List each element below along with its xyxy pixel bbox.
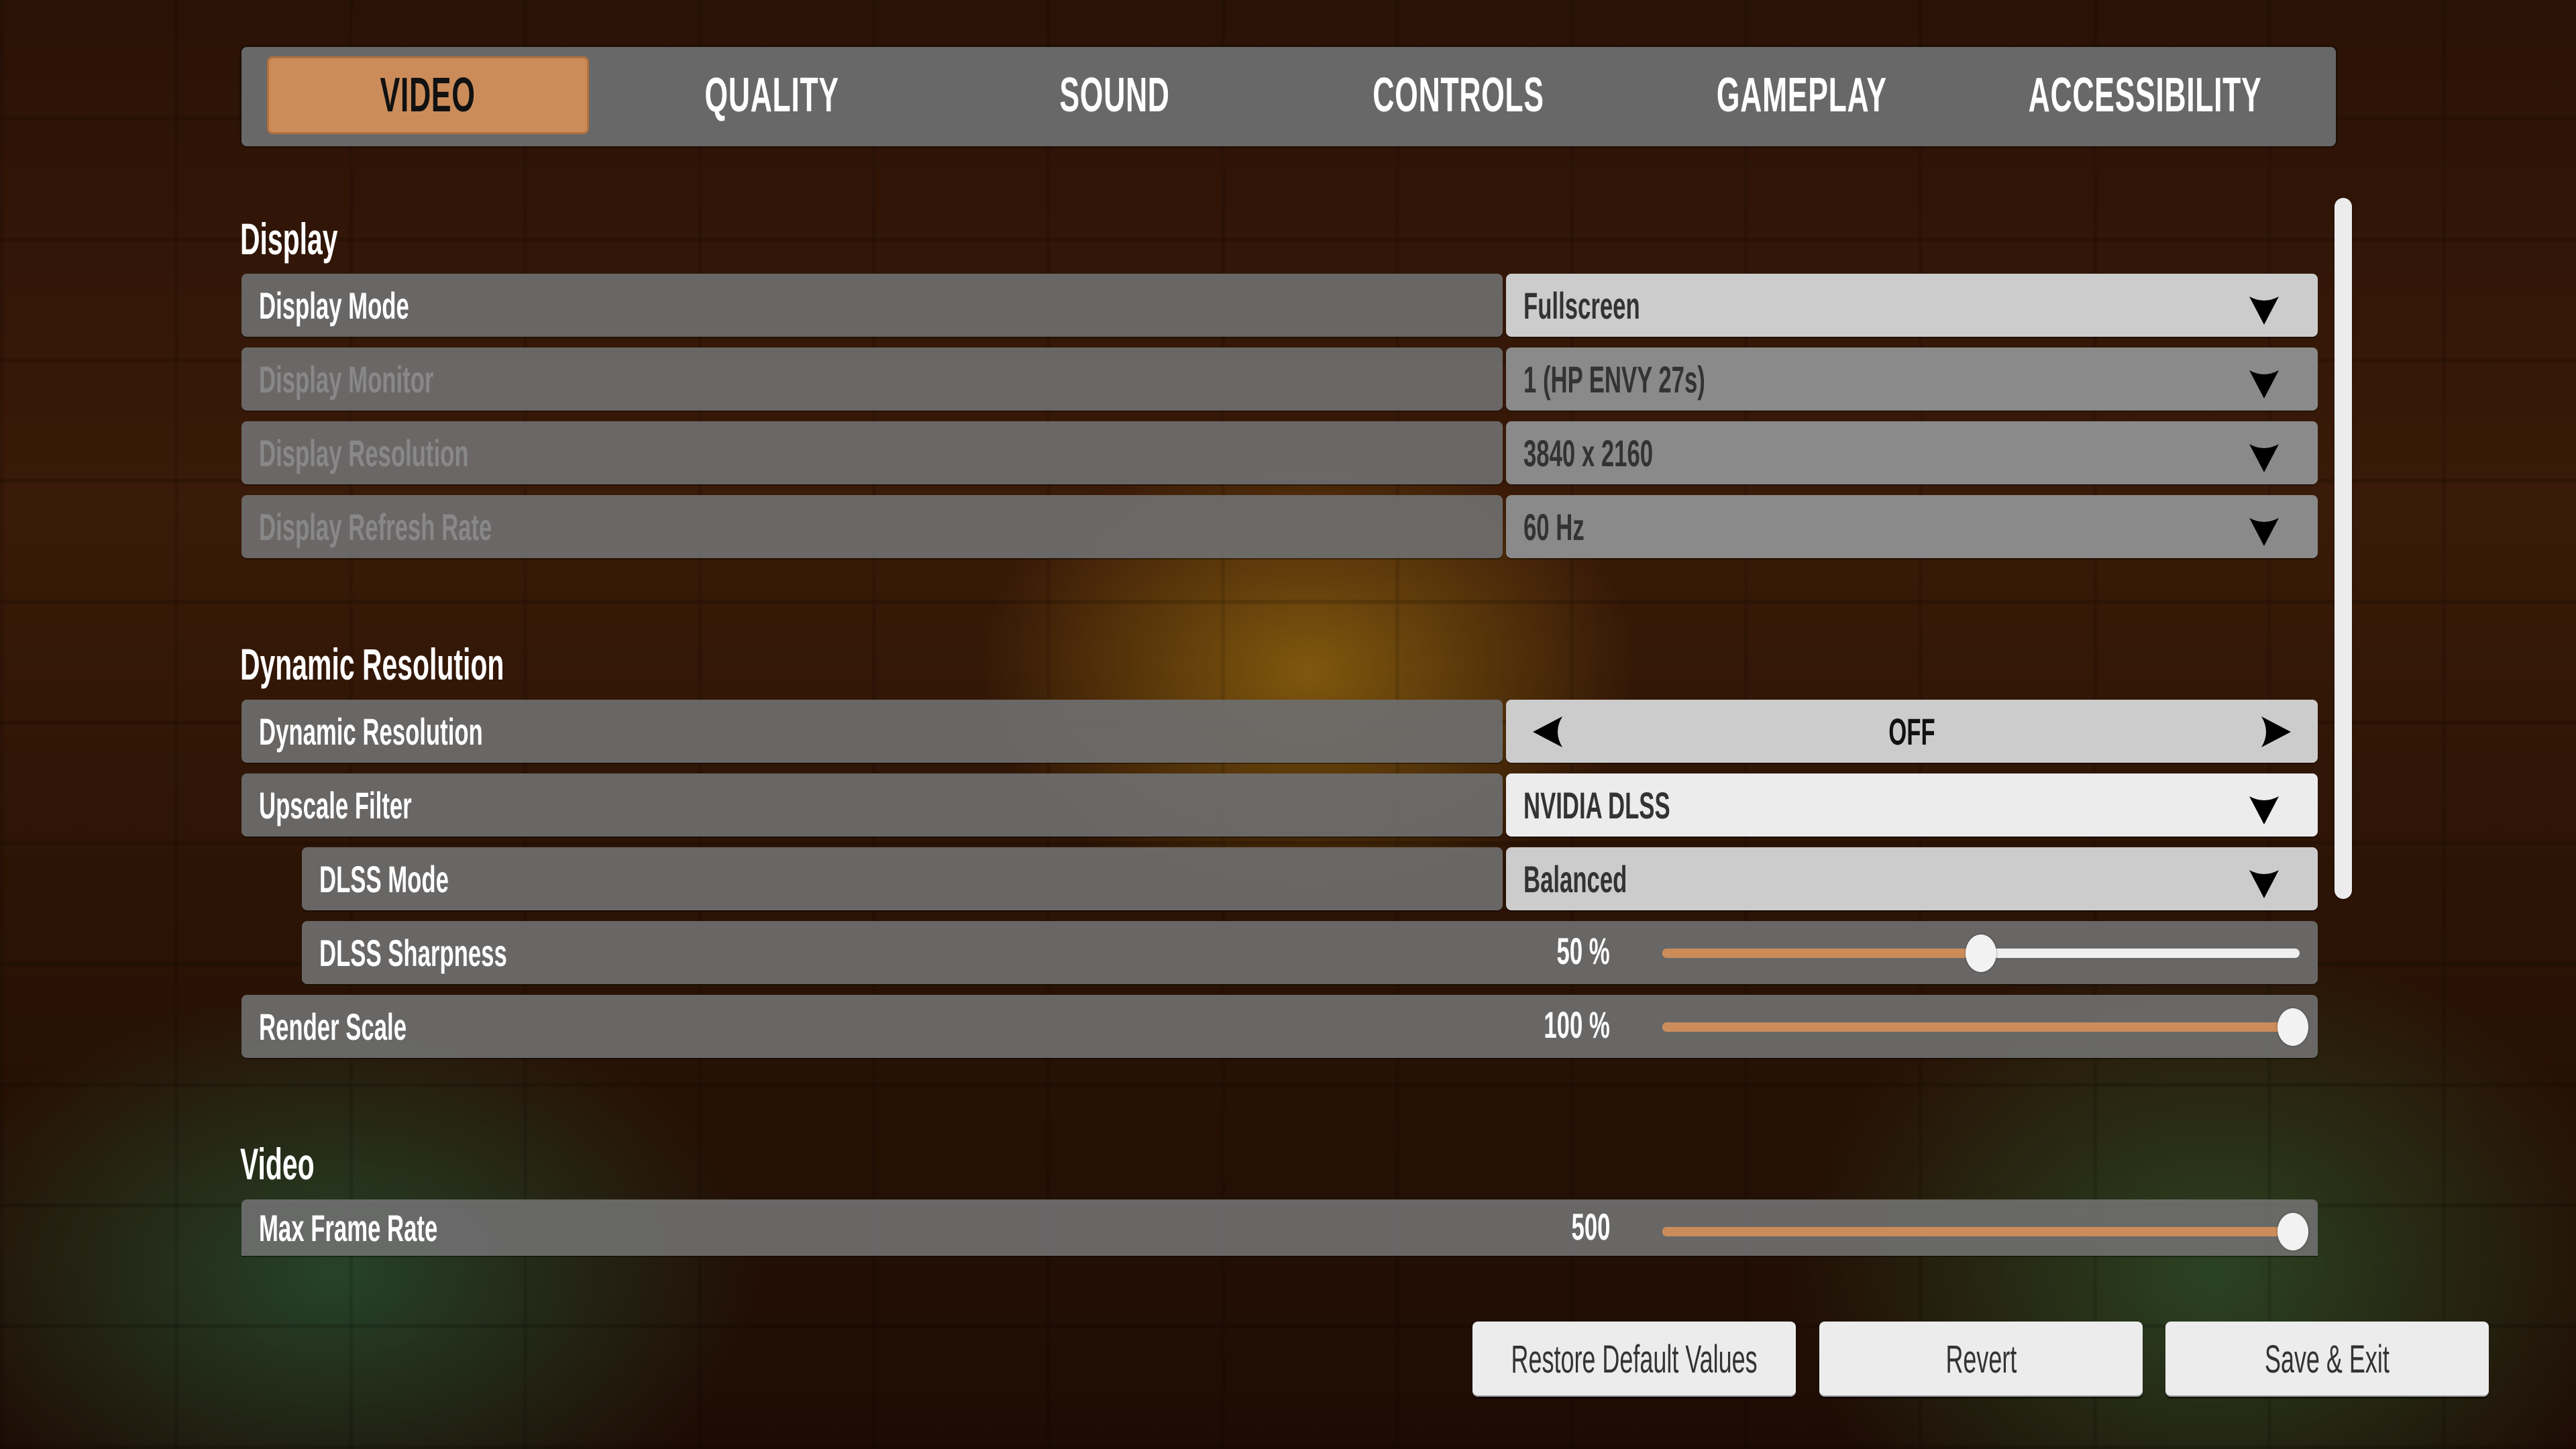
render-scale-value: 100 %	[1544, 1004, 1610, 1046]
dlss-mode-label: DLSS Mode	[302, 847, 1503, 910]
dynamic-resolution-value: OFF	[1888, 710, 1935, 753]
arrow-right-icon[interactable]	[2260, 716, 2291, 747]
chevron-down-icon	[2249, 370, 2279, 398]
tab-controls[interactable]: CONTROLS	[1297, 56, 1619, 134]
restore-defaults-button[interactable]: Restore Default Values	[1472, 1322, 1796, 1397]
slider-fill	[1662, 949, 1981, 958]
display-mode-dropdown[interactable]: Fullscreen	[1506, 274, 2318, 337]
upscale-filter-label: Upscale Filter	[241, 773, 1503, 837]
tab-gameplay[interactable]: GAMEPLAY	[1641, 56, 1963, 134]
upscale-filter-dropdown[interactable]: NVIDIA DLSS	[1506, 773, 2318, 837]
revert-button[interactable]: Revert	[1819, 1322, 2143, 1397]
tab-accessibility[interactable]: ACCESSIBILITY	[1984, 56, 2306, 134]
dlss-mode-dropdown[interactable]: Balanced	[1506, 847, 2318, 910]
section-title-video: Video	[240, 1139, 315, 1189]
chevron-down-icon	[2249, 870, 2279, 898]
save-exit-button[interactable]: Save & Exit	[2165, 1322, 2489, 1397]
display-refresh-rate-label: Display Refresh Rate	[241, 495, 1503, 558]
max-frame-rate-slider[interactable]	[1662, 1213, 2308, 1250]
slider-fill	[1662, 1227, 2300, 1236]
dlss-sharpness-slider[interactable]	[1662, 934, 2300, 972]
slider-thumb[interactable]	[1966, 934, 1996, 972]
tab-video[interactable]: VIDEO	[267, 56, 589, 134]
max-frame-rate-value: 500	[1571, 1205, 1610, 1248]
display-monitor-label: Display Monitor	[241, 347, 1503, 411]
settings-tab-bar: VIDEO QUALITY SOUND CONTROLS GAMEPLAY AC…	[241, 47, 2336, 146]
chevron-down-icon	[2249, 297, 2279, 325]
tab-sound[interactable]: SOUND	[954, 56, 1276, 134]
display-refresh-rate-dropdown[interactable]: 60 Hz	[1506, 495, 2318, 558]
chevron-down-icon	[2249, 518, 2279, 546]
slider-fill	[1662, 1022, 2300, 1032]
chevron-down-icon	[2249, 444, 2279, 472]
slider-thumb[interactable]	[2277, 1008, 2308, 1046]
dynamic-resolution-stepper[interactable]: OFF	[1506, 700, 2318, 763]
slider-thumb[interactable]	[2277, 1213, 2308, 1250]
chevron-down-icon	[2249, 796, 2279, 824]
display-resolution-dropdown[interactable]: 3840 x 2160	[1506, 421, 2318, 484]
display-monitor-dropdown[interactable]: 1 (HP ENVY 27s)	[1506, 347, 2318, 411]
render-scale-slider[interactable]	[1662, 1008, 2308, 1046]
tab-quality[interactable]: QUALITY	[610, 56, 932, 134]
settings-scrollbar[interactable]	[2334, 198, 2352, 899]
display-resolution-label: Display Resolution	[241, 421, 1503, 484]
dynamic-resolution-label: Dynamic Resolution	[241, 700, 1503, 763]
section-title-dynamic-resolution: Dynamic Resolution	[240, 639, 504, 689]
dlss-sharpness-value: 50 %	[1556, 930, 1610, 972]
section-title-display: Display	[240, 214, 338, 264]
display-mode-label: Display Mode	[241, 274, 1503, 337]
